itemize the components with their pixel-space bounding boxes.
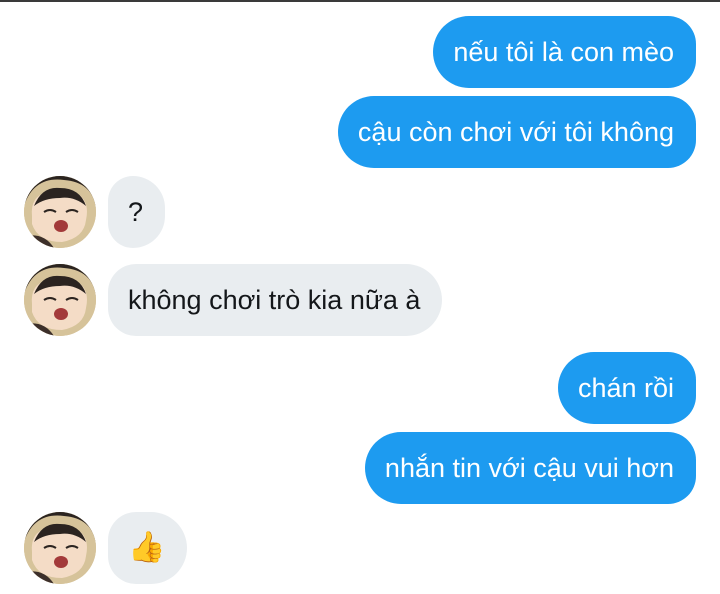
contact-avatar[interactable] (24, 512, 96, 584)
outgoing-message-bubble[interactable]: chán rồi (557, 352, 696, 424)
incoming-message-bubble[interactable]: 👍 (108, 512, 188, 584)
message-text: ? (128, 196, 144, 227)
outgoing-message-bubble[interactable]: cậu còn chơi với tôi không (337, 96, 696, 168)
message-text: nhắn tin với cậu vui hơn (384, 452, 674, 483)
anime-character-avatar-icon (24, 512, 96, 584)
thumbs-up-icon: 👍 (128, 531, 166, 564)
outgoing-message-bubble[interactable]: nhắn tin với cậu vui hơn (364, 432, 696, 504)
outgoing-message-bubble[interactable]: nếu tôi là con mèo (433, 16, 696, 88)
incoming-message-bubble[interactable]: ? (108, 176, 166, 248)
message-text: không chơi trò kia nữa à (128, 284, 421, 315)
incoming-message-bubble[interactable]: không chơi trò kia nữa à (108, 264, 443, 336)
contact-avatar[interactable] (24, 264, 96, 336)
contact-avatar[interactable] (24, 176, 96, 248)
message-text: nếu tôi là con mèo (453, 36, 674, 67)
message-text: cậu còn chơi với tôi không (357, 116, 674, 147)
anime-character-avatar-icon (24, 176, 96, 248)
anime-character-avatar-icon (24, 264, 96, 336)
message-text: chán rồi (577, 372, 674, 403)
top-divider (0, 0, 720, 2)
